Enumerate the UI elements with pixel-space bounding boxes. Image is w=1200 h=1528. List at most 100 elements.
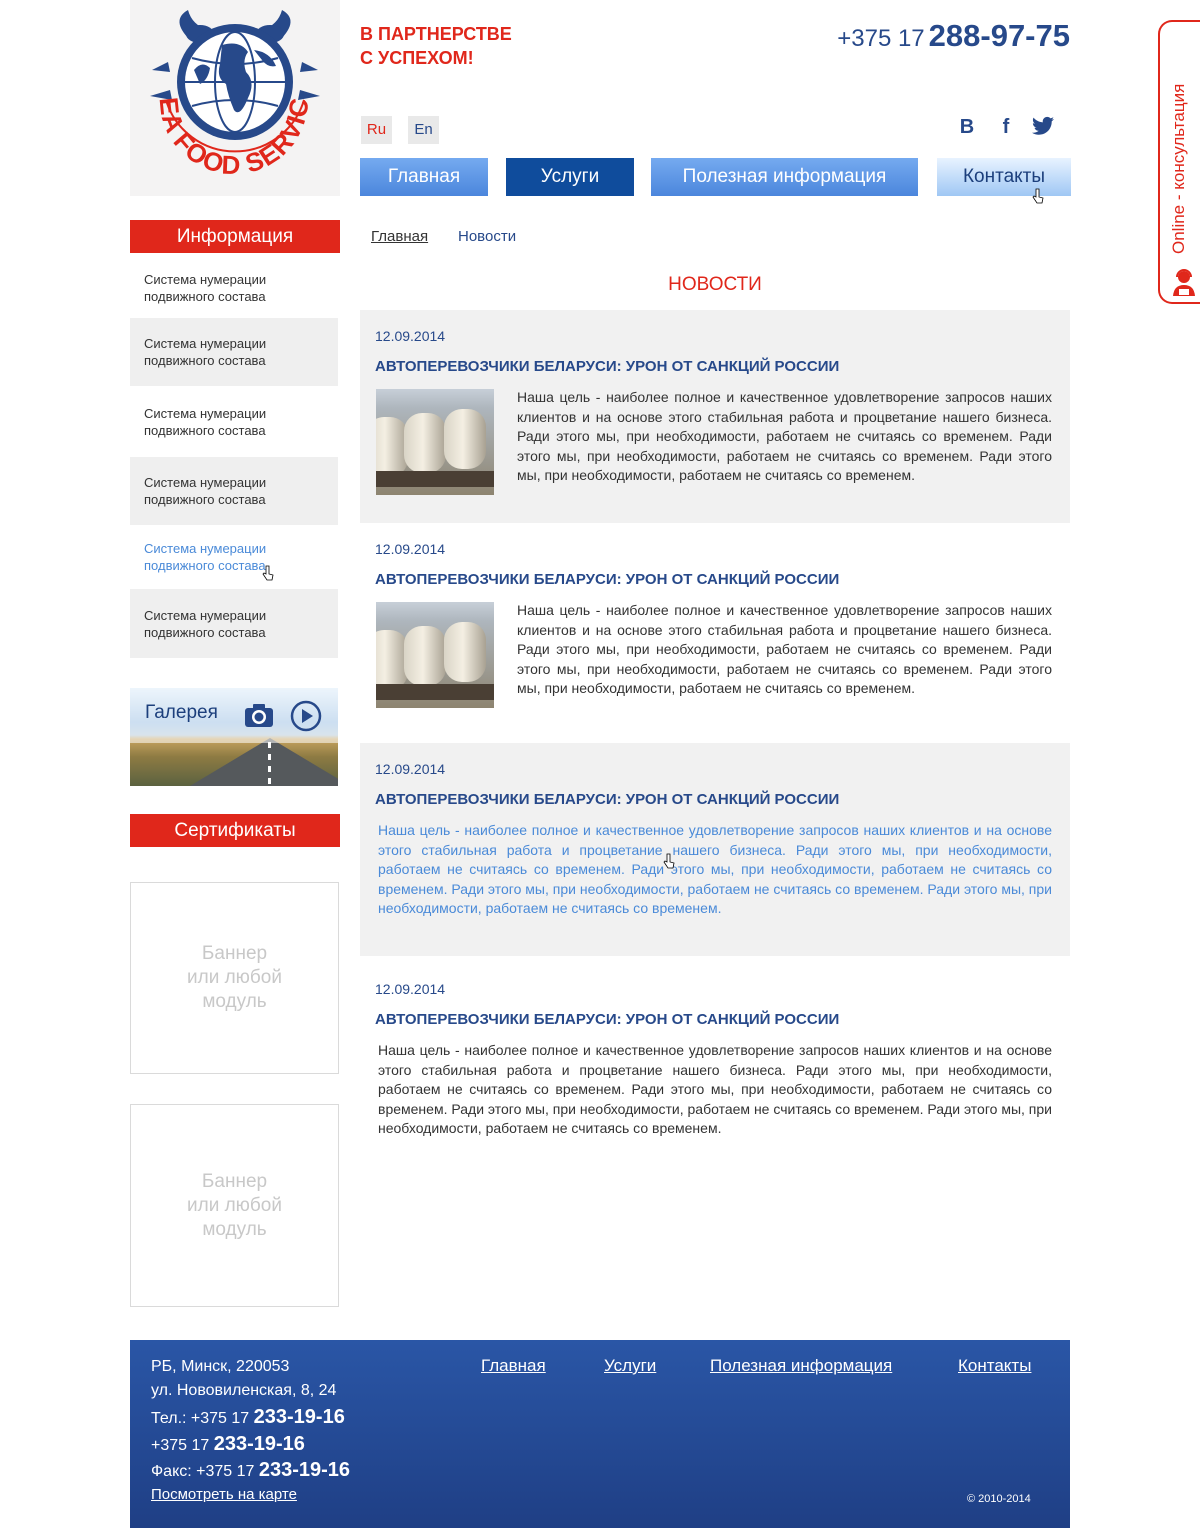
hand-cursor-icon bbox=[1032, 188, 1044, 204]
news-text: Наша цель - наиболее полное и качественн… bbox=[378, 1042, 1052, 1136]
rail bbox=[376, 684, 494, 700]
slogan-line: С УСПЕХОМ! bbox=[360, 48, 474, 68]
sidebar-item-label: Система нумерации bbox=[144, 541, 267, 556]
news-item: 12.09.2014 АВТОПЕРЕВОЗЧИКИ БЕЛАРУСИ: УРО… bbox=[360, 743, 1070, 956]
nav-useful-info[interactable]: Полезная информация bbox=[651, 158, 918, 196]
play-icon[interactable] bbox=[290, 700, 322, 732]
sidebar-item[interactable]: Система нумерации подвижного состава bbox=[130, 258, 338, 318]
banner-text: Баннер bbox=[201, 943, 268, 964]
online-consult-label: Online - консультация bbox=[1169, 83, 1188, 254]
certificates-heading: Сертификаты bbox=[130, 814, 340, 847]
news-title-link[interactable]: АВТОПЕРЕВОЗЧИКИ БЕЛАРУСИ: УРОН ОТ САНКЦИ… bbox=[375, 791, 839, 808]
news-date: 12.09.2014 bbox=[375, 541, 446, 557]
page-title: НОВОСТИ bbox=[668, 274, 762, 295]
sidebar-item-label: Система нумерации bbox=[144, 272, 267, 287]
sidebar-item-label: подвижного состава bbox=[144, 492, 266, 507]
footer-address: ул. Нововиленская, 8, 24 bbox=[151, 1382, 337, 1399]
footer-phone-label: +375 17 bbox=[151, 1437, 210, 1454]
nav-services[interactable]: Услуги bbox=[506, 158, 634, 196]
footer-fax: Факс: +375 17 233-19-16 bbox=[151, 1459, 350, 1482]
sidebar-item[interactable]: Система нумерации подвижного состава bbox=[130, 386, 338, 457]
nav-contacts[interactable]: Контакты bbox=[937, 158, 1071, 196]
gallery-link[interactable]: Галерея bbox=[130, 688, 338, 786]
gallery-label: Галерея bbox=[145, 702, 218, 723]
news-date: 12.09.2014 bbox=[375, 981, 446, 997]
footer-phone-number: 233-19-16 bbox=[253, 1406, 345, 1428]
news-item: 12.09.2014 АВТОПЕРЕВОЗЧИКИ БЕЛАРУСИ: УРО… bbox=[360, 963, 1070, 1163]
footer-link-home[interactable]: Главная bbox=[481, 1356, 546, 1376]
news-thumbnail[interactable] bbox=[376, 389, 494, 495]
news-text-hover[interactable]: Наша цель - наиболее полное и качественн… bbox=[378, 821, 1052, 919]
news-text: Наша цель - наиболее полное и качественн… bbox=[517, 602, 1052, 696]
gallery-road-image bbox=[190, 738, 338, 786]
news-title-link[interactable]: АВТОПЕРЕВОЗЧИКИ БЕЛАРУСИ: УРОН ОТ САНКЦИ… bbox=[375, 358, 839, 375]
info-heading: Информация bbox=[130, 220, 340, 253]
vk-icon[interactable]: B bbox=[956, 116, 978, 138]
tank-car bbox=[444, 622, 486, 682]
footer-link-contacts[interactable]: Контакты bbox=[958, 1356, 1031, 1376]
footer-link-services[interactable]: Услуги bbox=[604, 1356, 656, 1376]
banner-text: модуль bbox=[202, 1218, 267, 1240]
news-date: 12.09.2014 bbox=[375, 761, 446, 777]
news-item: 12.09.2014 АВТОПЕРЕВОЗЧИКИ БЕЛАРУСИ: УРО… bbox=[360, 523, 1070, 743]
sidebar-item-label: подвижного состава bbox=[144, 289, 266, 304]
tank-car bbox=[404, 413, 446, 473]
sidebar-item-label: подвижного состава bbox=[144, 624, 266, 640]
footer-phone: Тел.: +375 17 233-19-16 bbox=[151, 1406, 345, 1429]
logo[interactable]: SEA FOOD SERVICE bbox=[121, 0, 340, 196]
breadcrumb-current: Новости bbox=[458, 228, 517, 245]
facebook-icon[interactable]: f bbox=[995, 116, 1017, 138]
footer: РБ, Минск, 220053 ул. Нововиленская, 8, … bbox=[130, 1340, 1070, 1528]
banner-text: или любой bbox=[187, 967, 282, 988]
sidebar-item[interactable]: Система нумерации подвижного состава bbox=[130, 457, 338, 525]
footer-phone-label: Тел.: +375 17 bbox=[151, 1410, 250, 1427]
tank-car bbox=[444, 409, 486, 469]
footer-link-useful-info[interactable]: Полезная информация bbox=[710, 1356, 892, 1376]
footer-phone-number: 233-19-16 bbox=[213, 1433, 305, 1455]
news-date: 12.09.2014 bbox=[375, 328, 446, 344]
slogan: В ПАРТНЕРСТВЕ С УСПЕХОМ! bbox=[360, 22, 580, 70]
twitter-icon[interactable] bbox=[1032, 116, 1054, 138]
footer-fax-number: 233-19-16 bbox=[258, 1459, 351, 1481]
sidebar-item-label: подвижного состава bbox=[144, 558, 266, 573]
sidebar-item-label: Система нумерации bbox=[144, 607, 267, 623]
online-consult-tab[interactable]: Online - консультация bbox=[1158, 20, 1200, 304]
road-marking bbox=[268, 742, 271, 786]
banner-text: или любой bbox=[187, 1194, 282, 1216]
footer-map-link[interactable]: Посмотреть на карте bbox=[151, 1486, 297, 1503]
sidebar-item-label: Система нумерации bbox=[144, 405, 267, 421]
sidebar-item-label: Система нумерации bbox=[144, 475, 267, 490]
breadcrumb-home[interactable]: Главная bbox=[371, 228, 428, 245]
news-thumbnail[interactable] bbox=[376, 602, 494, 708]
camera-icon[interactable] bbox=[244, 702, 274, 728]
nav-home[interactable]: Главная bbox=[360, 158, 488, 196]
banner-text: модуль bbox=[202, 991, 267, 1012]
sidebar-item-label: подвижного состава bbox=[144, 353, 266, 368]
slogan-line: В ПАРТНЕРСТВЕ bbox=[360, 24, 512, 44]
news-title-link[interactable]: АВТОПЕРЕВОЗЧИКИ БЕЛАРУСИ: УРОН ОТ САНКЦИ… bbox=[375, 1011, 839, 1028]
hand-cursor-icon bbox=[262, 565, 274, 581]
sidebar-item-label: подвижного состава bbox=[144, 422, 266, 438]
footer-fax-label: Факс: +375 17 bbox=[151, 1463, 255, 1480]
news-text: Наша цель - наиболее полное и качественн… bbox=[517, 389, 1052, 483]
tank-car bbox=[404, 626, 446, 686]
footer-phone: +375 17 233-19-16 bbox=[151, 1433, 305, 1456]
header-phone[interactable]: +375 17 288-97-75 bbox=[837, 18, 1070, 54]
sidebar-item[interactable]: Система нумерации подвижного состава bbox=[130, 318, 338, 386]
footer-address: РБ, Минск, 220053 bbox=[151, 1358, 290, 1375]
globe-crab-logo-icon: SEA FOOD SERVICE bbox=[121, 0, 320, 180]
lang-ru-button[interactable]: Ru bbox=[361, 116, 392, 144]
sidebar-item-label: Система нумерации bbox=[144, 336, 267, 351]
sidebar-item[interactable]: Система нумерации подвижного состава bbox=[130, 589, 338, 658]
news-title-link[interactable]: АВТОПЕРЕВОЗЧИКИ БЕЛАРУСИ: УРОН ОТ САНКЦИ… bbox=[375, 571, 839, 588]
lang-en-button[interactable]: En bbox=[408, 116, 439, 144]
rail bbox=[376, 471, 494, 487]
operator-icon bbox=[1173, 269, 1195, 296]
sidebar-item-active[interactable]: Система нумерации подвижного состава bbox=[130, 525, 338, 589]
copyright: © 2010-2014 bbox=[967, 1493, 1031, 1505]
banner-text: Баннер bbox=[201, 1170, 268, 1192]
phone-number: 288-97-75 bbox=[928, 18, 1070, 53]
banner-placeholder[interactable]: Баннер или любой модуль bbox=[130, 1104, 339, 1307]
phone-code: +375 17 bbox=[837, 25, 925, 52]
banner-placeholder[interactable]: Баннер или любой модуль bbox=[130, 882, 339, 1074]
